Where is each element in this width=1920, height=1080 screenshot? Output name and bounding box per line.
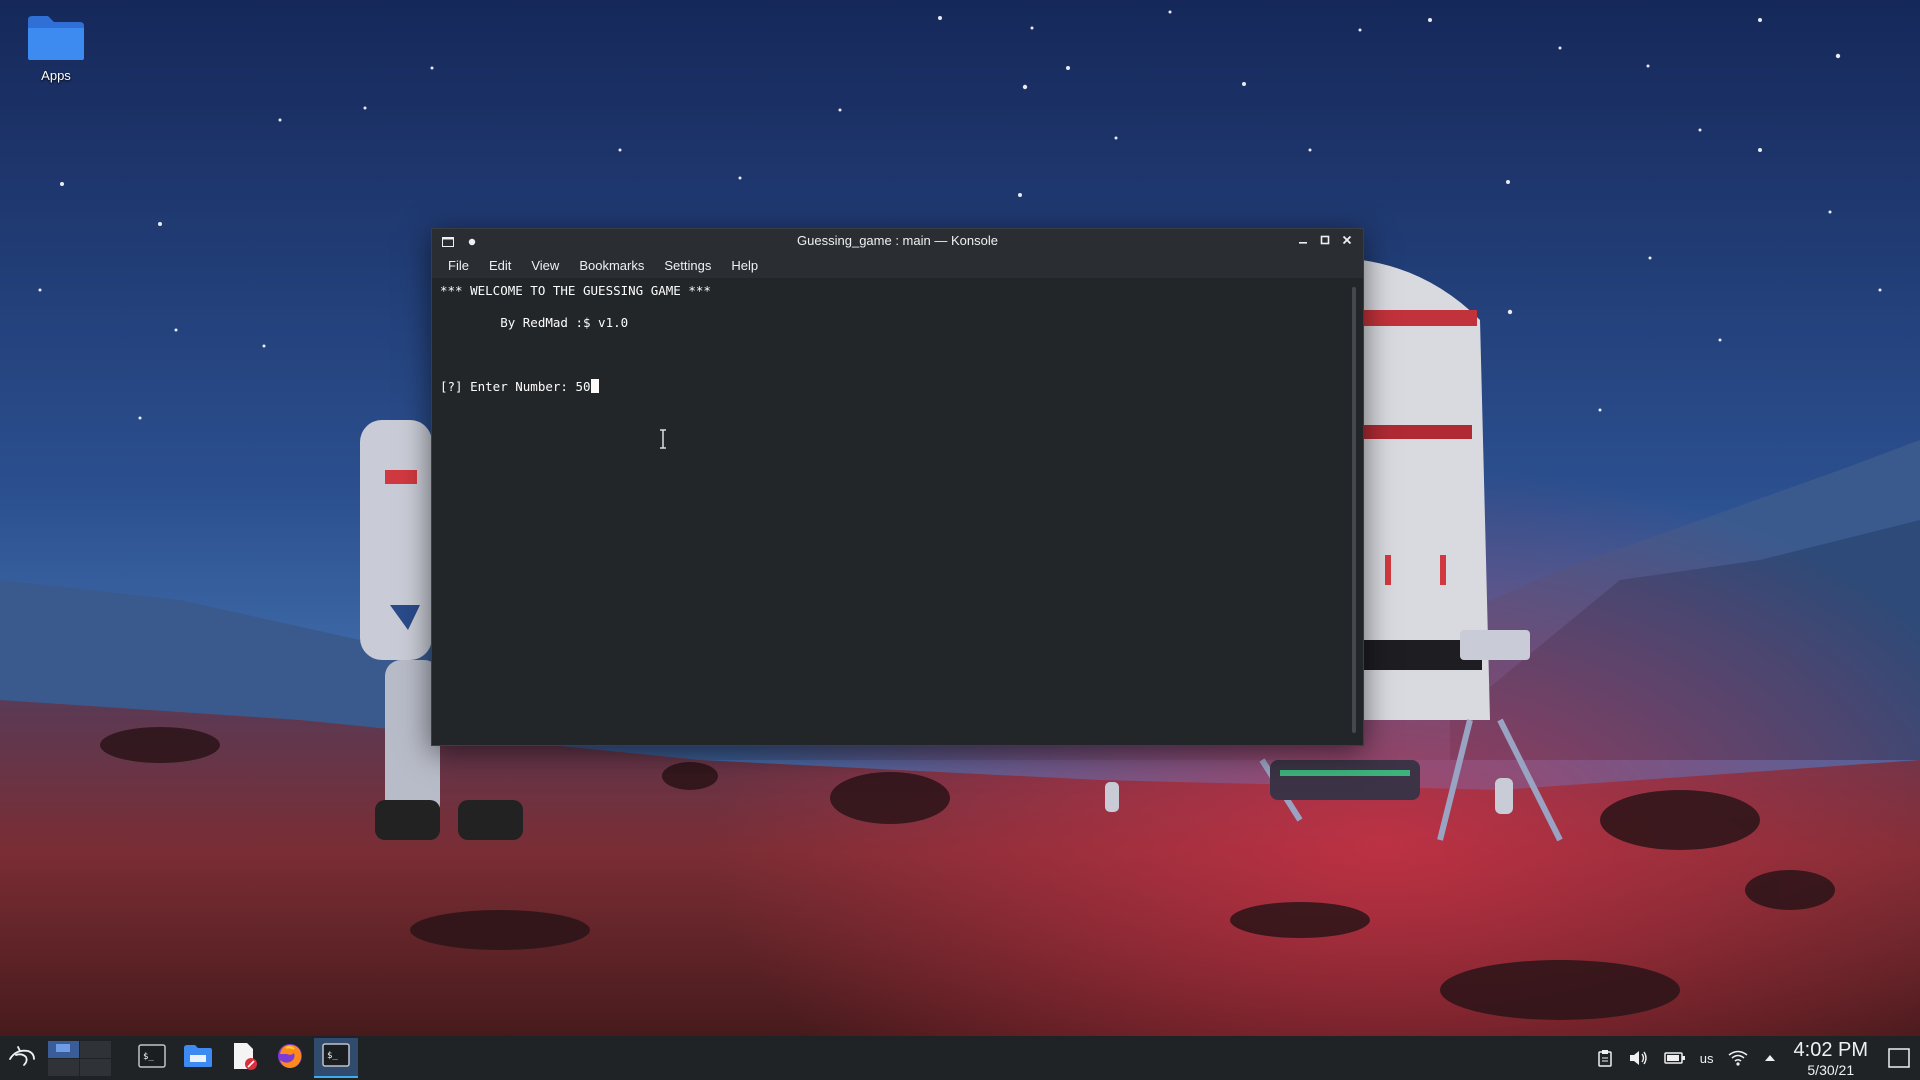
digital-clock[interactable]: 4:02 PM 5/30/21 — [1794, 1040, 1868, 1077]
terminal-area[interactable]: *** WELCOME TO THE GUESSING GAME *** By … — [432, 279, 1345, 745]
application-launcher[interactable] — [0, 1036, 44, 1080]
expand-tray-icon[interactable] — [1764, 1054, 1776, 1062]
menu-edit[interactable]: Edit — [479, 254, 521, 277]
task-firefox[interactable] — [268, 1038, 312, 1078]
desktop-icon-apps[interactable]: Apps — [20, 14, 92, 83]
scrollbar-track[interactable] — [1352, 287, 1356, 733]
clock-date: 5/30/21 — [1807, 1061, 1855, 1078]
kali-dragon-icon — [8, 1045, 36, 1072]
volume-icon[interactable] — [1628, 1049, 1648, 1067]
svg-text:$_: $_ — [327, 1051, 338, 1061]
firefox-icon — [276, 1042, 304, 1075]
task-terminal[interactable]: $_ — [130, 1038, 174, 1078]
taskbar: $_ $_ us 4:02 PM 5/30/21 — [0, 1036, 1920, 1080]
svg-text:$_: $_ — [143, 1052, 154, 1062]
task-konsole-active[interactable]: $_ — [314, 1038, 358, 1078]
task-text-editor[interactable] — [222, 1038, 266, 1078]
terminal-prompt-line[interactable]: [?] Enter Number: 50 — [440, 379, 1337, 395]
terminal-line: *** WELCOME TO THE GUESSING GAME *** — [440, 283, 711, 298]
desktop-1[interactable] — [48, 1040, 79, 1058]
clock-time: 4:02 PM — [1793, 1038, 1868, 1061]
desktop-3[interactable] — [48, 1058, 79, 1076]
konsole-icon: $_ — [322, 1042, 350, 1072]
task-file-manager[interactable] — [176, 1038, 220, 1078]
menubar: File Edit View Bookmarks Settings Help — [432, 252, 1363, 278]
text-cursor — [590, 379, 599, 393]
konsole-window[interactable]: Guessing_game : main — Konsole File Edit… — [431, 228, 1364, 746]
folder-icon — [26, 14, 86, 62]
menu-bookmarks[interactable]: Bookmarks — [569, 254, 654, 277]
show-desktop-icon[interactable] — [1888, 1048, 1910, 1068]
system-tray: us 4:02 PM 5/30/21 — [1590, 1036, 1920, 1080]
wifi-icon[interactable] — [1728, 1050, 1748, 1066]
menu-file[interactable]: File — [438, 254, 479, 277]
window-title: Guessing_game : main — Konsole — [797, 233, 998, 248]
desktop-icon-label: Apps — [41, 68, 71, 83]
terminal-prompt-text: [?] Enter Number: 50 — [440, 379, 591, 394]
desktop-2[interactable] — [80, 1040, 111, 1058]
menu-view[interactable]: View — [521, 254, 569, 277]
maximize-icon[interactable] — [1317, 232, 1333, 248]
keyboard-layout-indicator[interactable]: us — [1700, 1051, 1714, 1066]
terminal-line: By RedMad :$ v1.0 — [440, 315, 629, 330]
close-icon[interactable] — [1339, 232, 1355, 248]
text-editor-icon — [231, 1042, 257, 1075]
menu-help[interactable]: Help — [721, 254, 768, 277]
terminal-icon: $_ — [138, 1043, 166, 1073]
terminal-scrollbar[interactable] — [1345, 279, 1363, 745]
keep-on-all-desktops-icon[interactable] — [464, 234, 480, 250]
window-menu-icon[interactable] — [440, 234, 456, 250]
battery-icon[interactable] — [1664, 1051, 1686, 1065]
file-manager-icon — [183, 1044, 213, 1073]
menu-settings[interactable]: Settings — [654, 254, 721, 277]
virtual-desktop-pager[interactable] — [48, 1040, 111, 1076]
mouse-ibeam-cursor-icon — [658, 429, 668, 449]
window-titlebar[interactable]: Guessing_game : main — Konsole — [432, 229, 1363, 252]
desktop-4[interactable] — [80, 1058, 111, 1076]
minimize-icon[interactable] — [1295, 232, 1311, 248]
clipboard-icon[interactable] — [1598, 1049, 1612, 1067]
